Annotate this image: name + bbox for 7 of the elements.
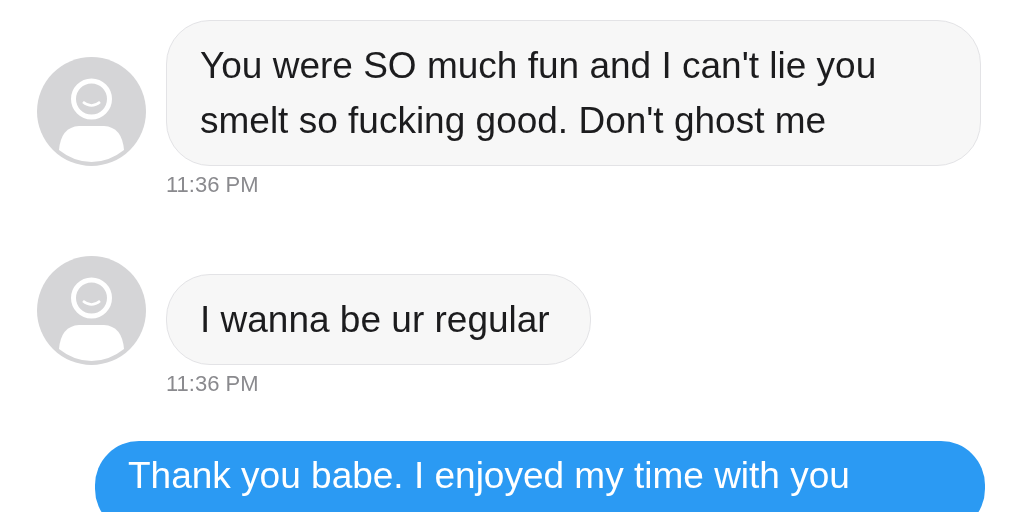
message-bubble: Thank you babe. I enjoyed my time with you bbox=[95, 441, 985, 512]
timestamp: 11:36 PM bbox=[166, 371, 260, 397]
message-bubble: I wanna be ur regular bbox=[166, 274, 591, 365]
avatar-icon bbox=[37, 256, 146, 365]
avatar-icon bbox=[37, 57, 146, 166]
timestamp: 11:36 PM bbox=[166, 172, 260, 198]
message-bubble: You were SO much fun and I can't lie you smelt so fucking good. Don't ghost me bbox=[166, 20, 981, 166]
